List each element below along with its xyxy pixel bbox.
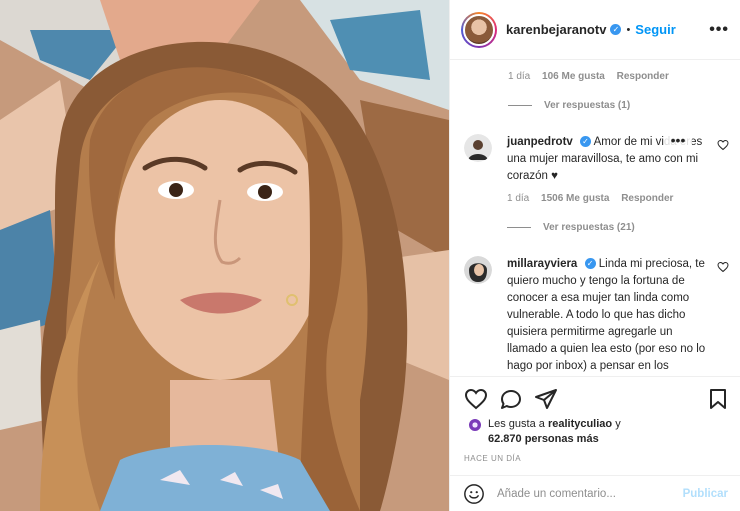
view-replies-button[interactable]: Ver respuestas (21) xyxy=(507,222,635,233)
verified-badge-icon: ✓ xyxy=(610,24,622,35)
post-actions-bar xyxy=(450,376,740,420)
like-comment-heart-icon[interactable] xyxy=(717,261,729,273)
comment-text-block: millarayviera ✓ Linda mi preciosa, te qu… xyxy=(507,256,712,375)
comment-likes[interactable]: 1506 Me gusta xyxy=(541,193,609,204)
replies-divider xyxy=(508,105,532,106)
comment-body: Linda mi preciosa, te quiero mucho y ten… xyxy=(507,258,706,372)
liker-avatar[interactable] xyxy=(468,418,482,432)
view-replies-button[interactable]: Ver respuestas (1) xyxy=(508,100,630,111)
likes-prefix: Les gusta a xyxy=(488,418,545,430)
comment-bubble-icon[interactable] xyxy=(499,387,523,411)
save-bookmark-icon[interactable] xyxy=(706,387,730,411)
author-avatar[interactable] xyxy=(461,11,497,48)
comment-likes[interactable]: 106 Me gusta xyxy=(542,71,605,82)
verified-badge-icon: ✓ xyxy=(584,258,596,270)
liker-username[interactable]: realityculiao xyxy=(548,418,612,430)
post-photo[interactable] xyxy=(0,0,449,511)
post-timestamp: HACE UN DÍA xyxy=(464,454,522,463)
comment-item: millarayviera ✓ Linda mi preciosa, te qu… xyxy=(464,256,729,375)
selfie-photo-illustration xyxy=(0,0,449,511)
emoji-icon[interactable] xyxy=(463,483,485,505)
like-heart-icon[interactable] xyxy=(464,387,488,411)
comment-item: juanpedrotv ✓ Amor de mi vida eres una m… xyxy=(464,133,729,254)
view-replies-label: Ver respuestas (21) xyxy=(543,222,635,233)
more-options-icon[interactable]: ••• xyxy=(709,21,729,39)
follow-button[interactable]: Seguir xyxy=(635,22,675,37)
add-comment-bar: Publicar xyxy=(450,475,740,511)
comments-list[interactable]: 1 día 106 Me gusta Responder Ver respues… xyxy=(450,61,740,375)
commenter-username[interactable]: millarayviera xyxy=(507,258,577,270)
publish-button[interactable]: Publicar xyxy=(683,488,728,500)
share-send-icon[interactable] xyxy=(534,387,558,411)
comment-time: 1 día xyxy=(508,71,531,82)
post-detail-panel: karenbejaranotv ✓ • Seguir ••• 1 día 106… xyxy=(449,0,740,511)
comment-more-icon[interactable]: ••• xyxy=(664,133,692,150)
comment-meta: 1 día 1506 Me gusta Responder xyxy=(507,193,737,204)
comment-input[interactable] xyxy=(497,487,683,500)
commenter-avatar[interactable] xyxy=(464,256,492,284)
author-username[interactable]: karenbejaranotv xyxy=(506,22,606,37)
likes-suffix: y xyxy=(615,418,621,430)
likes-count[interactable]: 62.870 personas más xyxy=(488,433,599,445)
commenter-username[interactable]: juanpedrotv xyxy=(507,136,573,148)
post-header: karenbejaranotv ✓ • Seguir ••• xyxy=(450,0,740,60)
view-replies-label: Ver respuestas (1) xyxy=(544,100,631,111)
comment-time: 1 día xyxy=(507,193,530,204)
comment-meta: 1 día 106 Me gusta Responder xyxy=(508,71,678,82)
commenter-avatar[interactable] xyxy=(464,134,492,162)
separator-dot: • xyxy=(626,23,631,36)
verified-badge-icon: ✓ xyxy=(580,136,592,148)
replies-divider xyxy=(507,227,531,228)
reply-button[interactable]: Responder xyxy=(621,193,673,204)
likes-line: Les gusta a realityculiao y xyxy=(488,418,621,430)
like-comment-heart-icon[interactable] xyxy=(717,139,729,151)
reply-button[interactable]: Responder xyxy=(617,71,669,82)
